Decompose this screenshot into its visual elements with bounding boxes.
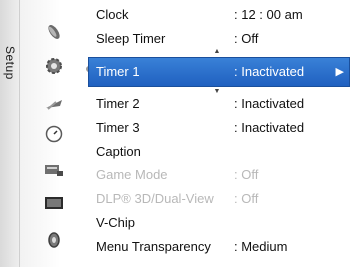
menu-item-value: : Inactivated <box>234 120 305 135</box>
menu-item-label: Sleep Timer <box>96 31 166 46</box>
menu-item-label: Timer 1 <box>96 64 140 79</box>
setup-tab[interactable]: Setup <box>0 0 20 267</box>
menu-item-value: : 12 : 00 am <box>234 7 303 22</box>
category-icon-column <box>20 0 92 267</box>
gear-icon[interactable] <box>44 56 64 76</box>
clock-icon[interactable] <box>44 124 64 144</box>
menu-item-label: Menu Transparency <box>96 239 211 254</box>
menu-item-menu-transparency[interactable]: Menu Transparency : Medium <box>88 235 350 258</box>
menu-item-label: Timer 3 <box>96 120 140 135</box>
picture-icon[interactable] <box>44 193 64 213</box>
menu-item-value: : Off <box>234 167 259 182</box>
menu-item-timer-2[interactable]: Timer 2 : Inactivated <box>88 92 350 115</box>
speaker-icon[interactable] <box>44 230 64 250</box>
antenna-icon[interactable] <box>44 94 64 114</box>
menu-item-label: Game Mode <box>96 167 168 182</box>
menu-item-value: : Medium <box>234 239 288 254</box>
setup-menu: Setup Clock : 12 : 00 am Sleep Timer: O… <box>0 0 358 267</box>
menu-item-label: DLP® 3D/Dual-View <box>96 191 214 206</box>
menu-item-dlp-3d-dual-view: DLP® 3D/Dual-View : Off <box>88 187 350 210</box>
menu-item-value: : Inactivated <box>234 96 305 111</box>
menu-item-v-chip[interactable]: V-Chip <box>88 211 350 234</box>
setup-tab-label: Setup <box>3 46 17 80</box>
menu-item-game-mode: Game Mode : Off <box>88 163 350 186</box>
menu-item-label: Clock <box>96 7 129 22</box>
input-icon[interactable] <box>44 160 64 180</box>
submenu-arrow-icon: ▶ <box>335 66 344 78</box>
scroll-up-indicator[interactable]: ▲ <box>212 48 222 55</box>
menu-item-value: : Off <box>234 191 259 206</box>
menu-item-label: V-Chip <box>96 215 136 230</box>
menu-item-sleep-timer[interactable]: Sleep Timer : Off <box>88 27 350 50</box>
menu-item-value: : Inactivated <box>234 64 305 79</box>
menu-item-timer-1[interactable]: Timer 1 : Inactivated ▶ <box>88 57 350 87</box>
menu-item-value: : Off <box>234 31 259 46</box>
menu-item-clock[interactable]: Clock : 12 : 00 am <box>88 3 350 26</box>
satellite-dish-icon[interactable] <box>44 22 64 42</box>
menu-item-caption[interactable]: Caption <box>88 140 350 163</box>
menu-item-timer-3[interactable]: Timer 3 : Inactivated <box>88 116 350 139</box>
menu-item-label: Caption <box>96 144 141 159</box>
setup-options-list: Clock : 12 : 00 am Sleep Timer : Off ▲ T… <box>88 3 356 263</box>
menu-item-label: Timer 2 <box>96 96 140 111</box>
